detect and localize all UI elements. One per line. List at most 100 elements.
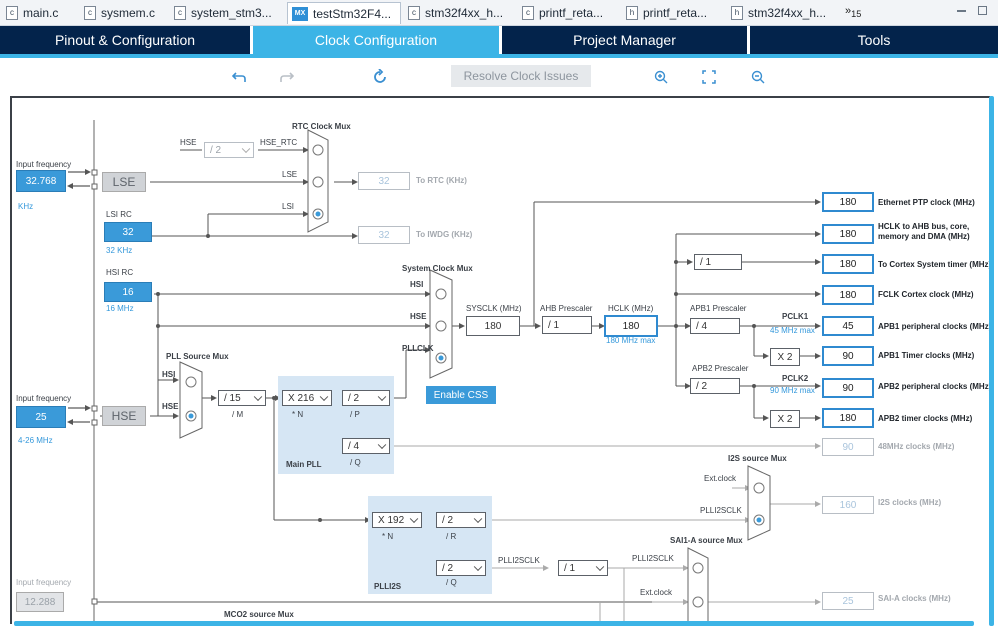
editor-tab-label: system_stm3...	[191, 6, 272, 20]
hsi-unit: 16 MHz	[106, 304, 134, 313]
lsi-rc-value: 32	[104, 222, 152, 242]
apb2-prescaler-select[interactable]: / 2	[690, 378, 740, 394]
sai-divider-select[interactable]: / 1	[558, 560, 608, 576]
rtc-hse-divider-select[interactable]: / 2	[204, 142, 254, 158]
hse-range: 4-26 MHz	[18, 436, 53, 445]
hclk-ahb-value[interactable]: 180	[822, 224, 874, 244]
pll-src-radio-hsi[interactable]	[185, 376, 197, 388]
editor-tab-printf-retarget-c[interactable]: c printf_reta...	[518, 2, 622, 24]
ahb-prescaler-select[interactable]: / 1	[542, 316, 592, 334]
iwdg-output-value: 32	[358, 226, 410, 244]
enable-css-button[interactable]: Enable CSS	[426, 386, 496, 404]
tab-pinout-configuration[interactable]: Pinout & Configuration	[0, 26, 250, 54]
sai-plli2sclk-label: PLLI2SCLK	[632, 554, 674, 563]
fit-screen-icon[interactable]	[700, 68, 718, 86]
cortex-system-timer-label: To Cortex System timer (MHz)	[878, 260, 990, 269]
editor-tab-label: stm32f4xx_h...	[425, 6, 504, 20]
hse-input-frequency[interactable]: 25	[16, 406, 66, 428]
plli2s-n-select[interactable]: X 192	[372, 512, 422, 528]
editor-tab-label: main.c	[23, 6, 59, 20]
sai1-a-source-mux	[687, 547, 709, 624]
plli2s-q-value: / 2	[442, 562, 454, 574]
i2s-clock-value[interactable]: 160	[822, 496, 874, 514]
editor-tab-label: printf_reta...	[643, 6, 708, 20]
vertical-scrollbar[interactable]	[989, 96, 994, 626]
redo-icon[interactable]	[278, 68, 296, 86]
maximize-icon[interactable]	[978, 6, 987, 15]
horizontal-scrollbar[interactable]	[14, 621, 974, 626]
tab-clock-configuration[interactable]: Clock Configuration	[253, 26, 499, 54]
ethernet-ptp-clock-label: Ethernet PTP clock (MHz)	[878, 198, 975, 207]
rtc-hse-label: HSE	[180, 138, 197, 147]
editor-tab-printf-retarget-h[interactable]: h printf_reta...	[622, 2, 726, 24]
i2s-ext-clock-label: Ext.clock	[704, 474, 737, 483]
c-file-icon: c	[6, 6, 18, 20]
i2s-radio-ext[interactable]	[753, 482, 765, 494]
apb2-peripheral-value[interactable]: 90	[822, 378, 874, 398]
rtc-radio-lse[interactable]	[312, 176, 324, 188]
zoom-out-icon[interactable]	[749, 68, 767, 86]
refresh-icon[interactable]	[371, 68, 389, 86]
ahb-prescaler-label: AHB Prescaler	[540, 304, 593, 313]
editor-tab-sysmem-c[interactable]: c sysmem.c	[80, 2, 170, 24]
c-file-icon: c	[84, 6, 96, 20]
audio-input-frequency[interactable]: 12.288	[16, 592, 64, 612]
sysclk-radio-hse[interactable]	[435, 320, 447, 332]
plli2sclk-label: PLLI2SCLK	[498, 556, 540, 565]
sysclk-label: SYSCLK (MHz)	[466, 304, 522, 313]
hclk-max: 180 MHz max	[606, 336, 656, 345]
pll-p-select[interactable]: / 2	[342, 390, 390, 406]
48mhz-clock-value[interactable]: 90	[822, 438, 874, 456]
tab-project-manager[interactable]: Project Manager	[502, 26, 747, 54]
apb1-timer-label: APB1 Timer clocks (MHz)	[878, 351, 975, 360]
editor-tab-teststm32[interactable]: MXtestStm32F4...✕	[287, 2, 401, 24]
tab-tools[interactable]: Tools	[750, 26, 998, 54]
undo-icon[interactable]	[230, 68, 248, 86]
zoom-in-icon[interactable]	[652, 68, 670, 86]
lse-input-frequency[interactable]: 32.768	[16, 170, 66, 192]
main-nav: Pinout & Configuration Clock Configurati…	[0, 26, 998, 54]
plli2s-q-label: / Q	[446, 578, 457, 587]
pll-m-select[interactable]: / 15	[218, 390, 266, 406]
rtc-output-label: To RTC (KHz)	[416, 176, 467, 185]
plli2s-r-value: / 2	[442, 514, 454, 526]
apb2-timer-value[interactable]: 180	[822, 408, 874, 428]
ethernet-ptp-clock-value[interactable]: 180	[822, 192, 874, 212]
clock-tree-canvas: Input frequency 32.768 KHz LSE LSI RC 32…	[10, 96, 990, 624]
hclk-value[interactable]: 180	[604, 315, 658, 337]
sysclk-radio-hsi[interactable]	[435, 288, 447, 300]
sai-radio-plli2s[interactable]	[692, 562, 704, 574]
pll-q-select[interactable]: / 4	[342, 438, 390, 454]
hse-rtc-label: HSE_RTC	[260, 138, 298, 147]
rtc-lse-label: LSE	[282, 170, 298, 179]
editor-tab-main-c[interactable]: c main.c	[2, 2, 80, 24]
minimize-icon[interactable]	[957, 6, 966, 12]
chevron-down-icon	[377, 440, 387, 450]
plli2s-q-select[interactable]: / 2	[436, 560, 486, 576]
sai-radio-ext[interactable]	[692, 596, 704, 608]
cortex-system-timer-value[interactable]: 180	[822, 254, 874, 274]
fclk-cortex-value[interactable]: 180	[822, 285, 874, 305]
pclk1-max: 45 MHz max	[770, 326, 815, 335]
chevron-down-icon	[241, 144, 251, 154]
apb1-peripheral-value[interactable]: 45	[822, 316, 874, 336]
resolve-clock-issues-button[interactable]: Resolve Clock Issues	[451, 65, 591, 87]
chevron-down-icon	[473, 514, 483, 524]
cortex-timer-divider-select[interactable]: / 1	[694, 254, 742, 270]
sysmux-pllclk-label: PLLCLK	[402, 344, 434, 353]
chevron-down-icon	[319, 392, 329, 402]
editor-tab-system-stm32[interactable]: c system_stm3...	[170, 2, 286, 24]
editor-tab-label: printf_reta...	[539, 6, 604, 20]
hsi-rc-value: 16	[104, 282, 152, 302]
tab-overflow-button[interactable]: »15	[845, 5, 861, 19]
pll-n-select[interactable]: X 216	[282, 390, 332, 406]
editor-tab-stm32f4xx-hal-h[interactable]: h stm32f4xx_h...	[727, 2, 839, 24]
apb1-prescaler-select[interactable]: / 4	[690, 318, 740, 334]
sysmux-hsi-label: HSI	[410, 280, 424, 289]
rtc-radio-hse[interactable]	[312, 144, 324, 156]
editor-tab-stm32f4xx-hal[interactable]: c stm32f4xx_h...	[404, 2, 518, 24]
apb1-timer-value[interactable]: 90	[822, 346, 874, 366]
plli2s-r-select[interactable]: / 2	[436, 512, 486, 528]
sai-a-clock-value[interactable]: 25	[822, 592, 874, 610]
clock-toolbar: Resolve Clock Issues	[0, 58, 998, 96]
